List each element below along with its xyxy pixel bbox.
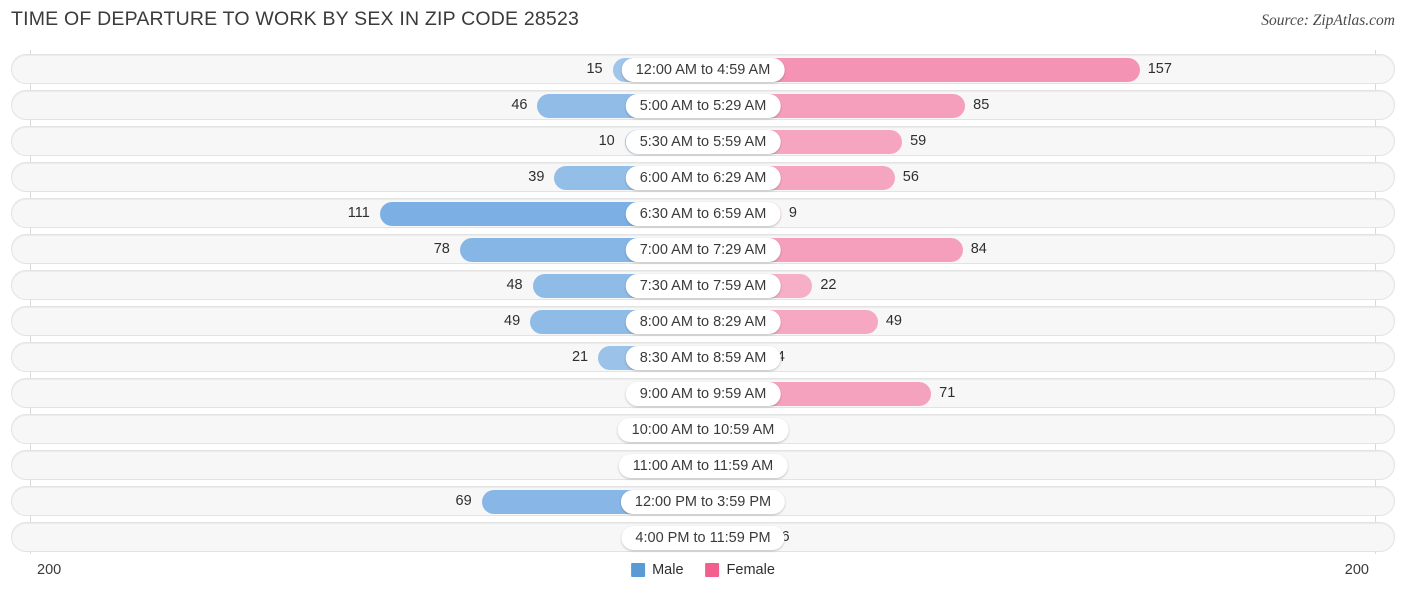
row-category-label: 12:00 AM to 4:59 AM [621, 58, 785, 82]
row-category-label: 12:00 PM to 3:59 PM [620, 490, 786, 514]
row-category-label: 6:00 AM to 6:29 AM [625, 166, 781, 190]
bar-value-female: 22 [820, 277, 837, 293]
chart-row[interactable]: 0011:00 AM to 11:59 AM [11, 450, 1395, 480]
axis-tick-right: 200 [1344, 562, 1369, 578]
row-category-label: 9:00 AM to 9:59 AM [625, 382, 781, 406]
row-category-label: 5:00 AM to 5:29 AM [625, 94, 781, 118]
bar-value-male: 69 [455, 493, 472, 509]
bar-value-female: 56 [902, 169, 919, 185]
row-category-label: 4:00 PM to 11:59 PM [621, 526, 785, 550]
chart-row[interactable]: 111 9 6:30 AM to 6:59 AM [11, 198, 1395, 228]
chart-plot-area: 15 157 12:00 AM to 4:59 AM 46 85 5:00 AM to 5… [0, 50, 1406, 554]
row-category-label: 10:00 AM to 10:59 AM [617, 418, 789, 442]
bar-value-female: 49 [885, 313, 902, 329]
source-attribution: Source: ZipAtlas.com [1261, 12, 1395, 29]
bar-value-male: 46 [511, 97, 528, 113]
bar-value-male: 15 [586, 61, 603, 77]
chart-row[interactable]: 69012:00 PM to 3:59 PM [11, 486, 1395, 516]
row-category-label: 6:30 AM to 6:59 AM [625, 202, 781, 226]
bar-value-female: 85 [973, 97, 990, 113]
chart-row[interactable]: 48 22 7:30 AM to 7:59 AM [11, 270, 1395, 300]
bar-value-male: 49 [504, 313, 521, 329]
bar-value-female: 9 [788, 205, 797, 221]
chart-legend: Male Female [631, 562, 775, 578]
chart-row[interactable]: 21 4 8:30 AM to 8:59 AM [11, 342, 1395, 372]
chart-row[interactable]: 2719:00 AM to 9:59 AM [11, 378, 1395, 408]
legend-item-male[interactable]: Male [631, 562, 684, 578]
bar-value-male: 10 [598, 133, 615, 149]
legend-label-female: Female [726, 562, 775, 578]
row-category-label: 8:00 AM to 8:29 AM [625, 310, 781, 334]
legend-label-male: Male [652, 562, 684, 578]
chart-footer: 200 200 Male Female [0, 554, 1406, 594]
row-category-label: 7:30 AM to 7:59 AM [625, 274, 781, 298]
chart-row[interactable]: 164:00 PM to 11:59 PM [11, 522, 1395, 552]
row-category-label: 5:30 AM to 5:59 AM [625, 130, 781, 154]
row-category-label: 7:00 AM to 7:29 AM [625, 238, 781, 262]
bar-value-female: 71 [939, 385, 956, 401]
chart-row[interactable]: 78 84 7:00 AM to 7:29 AM [11, 234, 1395, 264]
bar-value-male: 21 [571, 349, 589, 365]
chart-row[interactable]: 39 56 6:00 AM to 6:29 AM [11, 162, 1395, 192]
bar-value-male: 111 [347, 205, 370, 221]
legend-item-female[interactable]: Female [705, 562, 775, 578]
page-title: TIME OF DEPARTURE TO WORK BY SEX IN ZIP … [11, 8, 580, 30]
bar-value-female: 59 [910, 133, 927, 149]
chart-row[interactable]: 46 85 5:00 AM to 5:29 AM [11, 90, 1395, 120]
axis-tick-left: 200 [37, 562, 62, 578]
legend-swatch-male-icon [631, 563, 646, 577]
bar-value-male: 78 [433, 241, 450, 257]
chart-row[interactable]: 15 157 12:00 AM to 4:59 AM [11, 54, 1395, 84]
chart-row[interactable]: 10 59 5:30 AM to 5:59 AM [11, 126, 1395, 156]
bar-value-male: 48 [506, 277, 523, 293]
chart-page: TIME OF DEPARTURE TO WORK BY SEX IN ZIP … [0, 0, 1406, 594]
bar-value-male: 39 [528, 169, 545, 185]
legend-swatch-female-icon [705, 563, 720, 577]
chart-row[interactable]: 0110:00 AM to 10:59 AM [11, 414, 1395, 444]
bar-value-female: 157 [1147, 61, 1172, 77]
row-category-label: 11:00 AM to 11:59 AM [618, 454, 788, 478]
bar-value-female: 84 [970, 241, 987, 257]
row-category-label: 8:30 AM to 8:59 AM [625, 346, 781, 370]
chart-row[interactable]: 49 49 8:00 AM to 8:29 AM [11, 306, 1395, 336]
